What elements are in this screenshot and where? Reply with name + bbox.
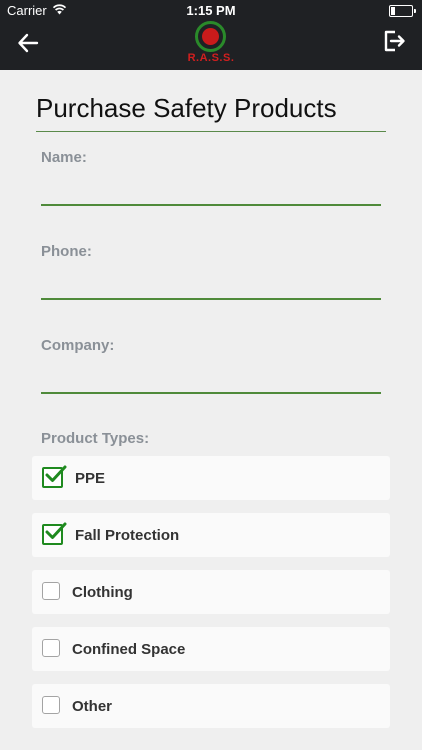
logo-emblem: [195, 21, 226, 52]
option-label: PPE: [75, 470, 106, 487]
clock: 1:15 PM: [186, 3, 236, 18]
option-other[interactable]: Other: [32, 684, 390, 728]
checkbox-unchecked-icon[interactable]: [42, 696, 60, 714]
checkbox-checked-icon[interactable]: [42, 522, 67, 545]
checkbox-unchecked-icon[interactable]: [42, 582, 60, 600]
option-fall-protection[interactable]: Fall Protection: [32, 513, 390, 557]
option-label: Confined Space: [72, 641, 186, 658]
option-clothing[interactable]: Clothing: [32, 570, 390, 614]
checkbox-checked-icon[interactable]: [42, 465, 67, 488]
product-types-label: Product Types:: [41, 430, 150, 447]
checkbox-unchecked-icon[interactable]: [42, 639, 60, 657]
rass-logo: R.A.S.S.: [185, 21, 237, 69]
name-field[interactable]: [41, 174, 381, 206]
phone-field[interactable]: [41, 268, 381, 300]
option-label: Clothing: [72, 584, 133, 601]
option-ppe[interactable]: PPE: [32, 456, 390, 500]
name-label: Name:: [41, 149, 87, 166]
status-bar: Carrier 1:15 PM: [0, 0, 422, 22]
page-title: Purchase Safety Products: [36, 93, 337, 123]
company-field[interactable]: [41, 362, 381, 394]
logo-text: R.A.S.S.: [187, 52, 235, 64]
option-confined-space[interactable]: Confined Space: [32, 627, 390, 671]
company-label: Company:: [41, 337, 115, 354]
phone-label: Phone:: [41, 243, 92, 260]
title-divider: [36, 131, 386, 132]
arrow-left-icon[interactable]: [17, 32, 39, 54]
battery-icon: [389, 5, 416, 17]
option-label: Fall Protection: [75, 527, 180, 544]
top-bar: Carrier 1:15 PM R.A.S.S.: [0, 0, 422, 70]
option-label: Other: [72, 698, 113, 715]
logout-icon[interactable]: [382, 29, 406, 53]
